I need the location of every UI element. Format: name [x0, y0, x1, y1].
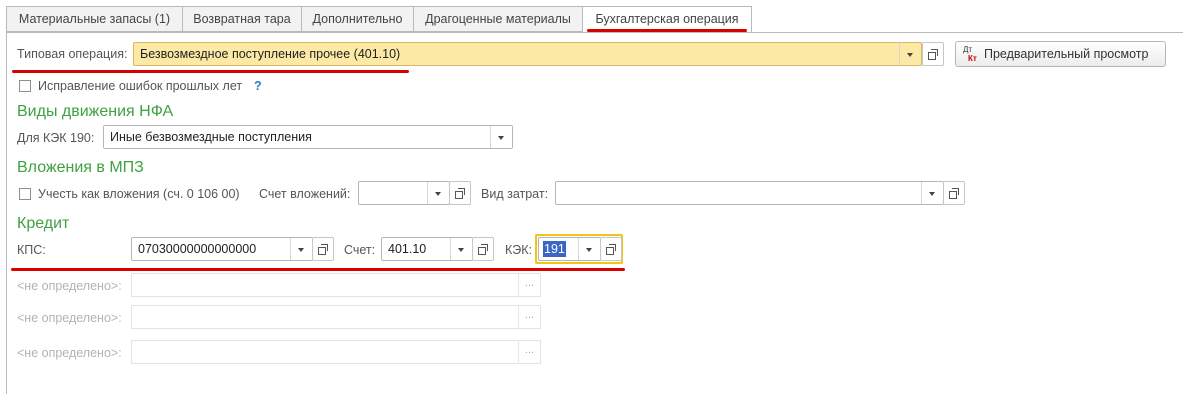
open-icon[interactable] [600, 237, 622, 261]
chevron-down-icon[interactable] [921, 182, 943, 204]
ellipsis-icon: ... [518, 341, 540, 363]
kps-label: КПС: [17, 243, 46, 257]
chevron-down-icon[interactable] [578, 238, 600, 260]
undefined-label: <не определено>: [17, 311, 122, 325]
kek-190-field[interactable]: Иные безвозмездные поступления [103, 125, 513, 149]
chevron-down-icon[interactable] [490, 126, 512, 148]
open-icon[interactable] [312, 237, 334, 261]
help-icon[interactable]: ? [254, 78, 262, 94]
tab-additional[interactable]: Дополнительно [301, 6, 414, 32]
undefined-field: ... [131, 273, 541, 297]
open-icon[interactable] [922, 42, 944, 66]
chevron-down-icon[interactable] [290, 238, 312, 260]
open-icon[interactable] [943, 181, 965, 205]
chevron-down-icon[interactable] [427, 182, 449, 204]
chevron-down-icon[interactable] [450, 238, 472, 260]
account-as-investment-label: Учесть как вложения (сч. 0 106 00) [38, 187, 240, 201]
kek-190-label: Для КЭК 190: [17, 131, 95, 145]
fix-errors-checkbox[interactable] [19, 80, 31, 92]
ellipsis-icon: ... [518, 274, 540, 296]
chevron-down-icon[interactable] [899, 43, 921, 65]
nfa-section-title: Виды движения НФА [17, 103, 174, 120]
kps-value: 07030000000000000 [138, 242, 257, 256]
open-icon[interactable] [449, 181, 471, 205]
fix-errors-label: Исправление ошибок прошлых лет [38, 79, 243, 93]
investment-account-field[interactable] [358, 181, 450, 205]
dt-kt-icon: Дт Кт [963, 45, 977, 63]
account-as-investment-checkbox[interactable] [19, 188, 31, 200]
kek-label: КЭК: [505, 243, 533, 257]
undefined-field: ... [131, 340, 541, 364]
kek-value: 191 [543, 241, 566, 257]
credit-account-label: Счет: [344, 243, 376, 257]
kek-190-value: Иные безвозмездные поступления [110, 130, 312, 144]
credit-section-title: Кредит [17, 215, 70, 232]
annotation-underline-credit [11, 268, 625, 271]
mpz-section-title: Вложения в МПЗ [17, 159, 144, 176]
tab-material-stocks[interactable]: Материальные запасы (1) [6, 6, 183, 32]
preview-button-label: Предварительный просмотр [984, 47, 1149, 61]
tab-returnable-containers[interactable]: Возвратная тара [182, 6, 302, 32]
undefined-label: <не определено>: [17, 279, 122, 293]
preview-button[interactable]: Дт Кт Предварительный просмотр [955, 41, 1166, 67]
credit-account-value: 401.10 [388, 242, 427, 256]
annotation-underline-operation [12, 70, 409, 73]
kps-field[interactable]: 07030000000000000 [131, 237, 313, 261]
ellipsis-icon: ... [518, 306, 540, 328]
typical-operation-value: Безвозмездное поступление прочее (401.10… [140, 47, 401, 61]
undefined-label: <не определено>: [17, 346, 122, 360]
tab-precious-materials[interactable]: Драгоценные материалы [413, 6, 583, 32]
cost-type-label: Вид затрат: [481, 187, 549, 201]
undefined-field: ... [131, 305, 541, 329]
investment-account-label: Счет вложений: [259, 187, 351, 201]
typical-operation-label: Типовая операция: [17, 47, 128, 61]
cost-type-field[interactable] [555, 181, 944, 205]
open-icon[interactable] [472, 237, 494, 261]
typical-operation-field[interactable]: Безвозмездное поступление прочее (401.10… [133, 42, 922, 66]
credit-account-field[interactable]: 401.10 [381, 237, 473, 261]
kek-field[interactable]: 191 [538, 237, 601, 261]
